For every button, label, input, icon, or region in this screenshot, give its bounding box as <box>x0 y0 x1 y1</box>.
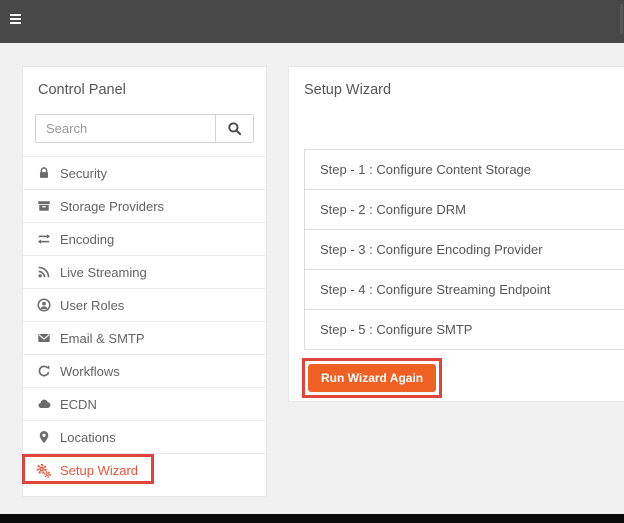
sidebar-item-locations[interactable]: Locations <box>23 420 266 453</box>
sidebar-item-encoding[interactable]: Encoding <box>23 222 266 255</box>
wizard-step-2[interactable]: Step - 2 : Configure DRM <box>305 189 624 229</box>
run-wizard-again-button[interactable]: Run Wizard Again <box>308 364 436 392</box>
search-input[interactable] <box>36 115 215 142</box>
top-navbar <box>0 0 624 43</box>
envelope-icon <box>36 331 51 346</box>
sidebar-item-label: Storage Providers <box>60 199 164 214</box>
sidebar-item-email-smtp[interactable]: Email & SMTP <box>23 321 266 354</box>
sidebar-item-label: ECDN <box>60 397 97 412</box>
sidebar-menu: Security Storage Providers <box>23 156 266 486</box>
map-marker-icon <box>36 430 51 445</box>
control-panel-sidebar: Control Panel Security <box>22 66 267 497</box>
setup-wizard-panel: Setup Wizard Step - 1 : Configure Conten… <box>288 66 624 402</box>
sidebar-title: Control Panel <box>23 67 266 99</box>
sidebar-item-label: Locations <box>60 430 116 445</box>
sidebar-item-label: Email & SMTP <box>60 331 145 346</box>
sidebar-item-label: Setup Wizard <box>60 463 138 478</box>
cloud-icon <box>36 397 51 412</box>
sidebar-item-label: Live Streaming <box>60 265 147 280</box>
rss-icon <box>36 265 51 280</box>
page-title: Setup Wizard <box>289 67 624 99</box>
scrollbar-thumb[interactable] <box>620 4 623 34</box>
annotation-box-run-wizard: Run Wizard Again <box>302 358 442 398</box>
archive-icon <box>36 199 51 214</box>
user-circle-icon <box>36 298 51 313</box>
lock-icon <box>36 166 51 181</box>
wizard-step-5[interactable]: Step - 5 : Configure SMTP <box>305 309 624 349</box>
sidebar-item-live-streaming[interactable]: Live Streaming <box>23 255 266 288</box>
sidebar-item-storage-providers[interactable]: Storage Providers <box>23 189 266 222</box>
wizard-step-1[interactable]: Step - 1 : Configure Content Storage <box>305 150 624 189</box>
search-icon <box>227 121 242 136</box>
wizard-step-3[interactable]: Step - 3 : Configure Encoding Provider <box>305 229 624 269</box>
sidebar-item-label: User Roles <box>60 298 124 313</box>
gears-icon <box>36 463 51 478</box>
sidebar-item-label: Workflows <box>60 364 120 379</box>
sidebar-item-ecdn[interactable]: ECDN <box>23 387 266 420</box>
search-button[interactable] <box>215 115 253 142</box>
sidebar-item-user-roles[interactable]: User Roles <box>23 288 266 321</box>
sidebar-item-setup-wizard[interactable]: Setup Wizard <box>23 453 266 486</box>
hamburger-icon[interactable] <box>10 14 21 26</box>
wizard-steps-list: Step - 1 : Configure Content Storage Ste… <box>304 149 624 350</box>
search-box <box>35 114 254 143</box>
sidebar-item-label: Security <box>60 166 107 181</box>
exchange-icon <box>36 232 51 247</box>
sidebar-item-label: Encoding <box>60 232 114 247</box>
recycle-icon <box>36 364 51 379</box>
sidebar-item-workflows[interactable]: Workflows <box>23 354 266 387</box>
bottom-bar <box>0 514 624 523</box>
wizard-step-4[interactable]: Step - 4 : Configure Streaming Endpoint <box>305 269 624 309</box>
sidebar-item-security[interactable]: Security <box>23 156 266 189</box>
